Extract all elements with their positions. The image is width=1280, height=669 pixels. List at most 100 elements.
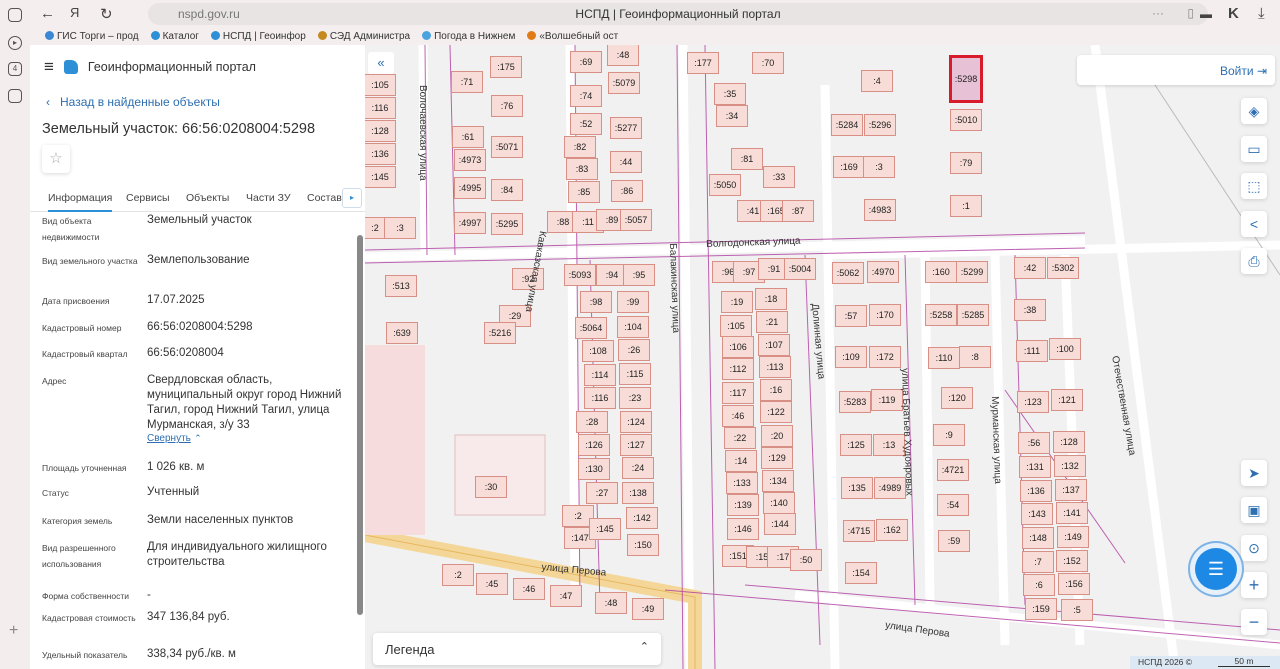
parcel[interactable]: :18 bbox=[755, 288, 787, 310]
parcel[interactable]: :5277 bbox=[610, 117, 642, 139]
parcel[interactable]: :4973 bbox=[454, 149, 486, 171]
tab-info[interactable]: Информация bbox=[48, 192, 113, 212]
parcel[interactable]: :21 bbox=[756, 311, 788, 333]
parcel[interactable]: :49 bbox=[632, 598, 664, 620]
parcel[interactable]: :5064 bbox=[575, 317, 607, 339]
parcel[interactable]: :2 bbox=[442, 564, 474, 586]
layers-icon[interactable]: ◈ bbox=[1241, 98, 1267, 124]
parcel[interactable]: :57 bbox=[835, 305, 867, 327]
parcel[interactable]: :162 bbox=[876, 519, 908, 541]
parcel[interactable]: :28 bbox=[576, 411, 608, 433]
parcel[interactable]: :38 bbox=[1014, 299, 1046, 321]
parcel[interactable]: :138 bbox=[622, 482, 654, 504]
parcel[interactable]: :156 bbox=[1058, 573, 1090, 595]
parcel[interactable]: :19 bbox=[721, 291, 753, 313]
tab-services[interactable]: Сервисы bbox=[126, 192, 170, 204]
parcel[interactable]: :119 bbox=[871, 389, 903, 411]
parcel[interactable]: :112 bbox=[722, 358, 754, 380]
parcel[interactable]: :5283 bbox=[839, 391, 871, 413]
parcel[interactable]: :159 bbox=[1025, 598, 1057, 620]
bookmark-item[interactable]: НСПД | Геоинфор bbox=[210, 30, 306, 42]
parcel[interactable]: :177 bbox=[687, 52, 719, 74]
parcel[interactable]: :513 bbox=[385, 275, 417, 297]
parcel[interactable]: :5062 bbox=[832, 262, 864, 284]
parcel[interactable]: :142 bbox=[626, 507, 658, 529]
parcel[interactable]: :141 bbox=[1056, 502, 1088, 524]
parcel[interactable]: :5079 bbox=[608, 72, 640, 94]
tab-parts[interactable]: Части ЗУ bbox=[246, 192, 291, 204]
parcel[interactable]: :4983 bbox=[864, 199, 896, 221]
back-to-results-link[interactable]: ‹ Назад в найденные объекты bbox=[46, 95, 220, 109]
collapse-panel-button[interactable]: « bbox=[368, 52, 394, 74]
parcel[interactable]: :154 bbox=[845, 562, 877, 584]
parcel[interactable]: :33 bbox=[763, 166, 795, 188]
parcel[interactable]: :117 bbox=[722, 382, 754, 404]
parcel[interactable]: :107 bbox=[758, 334, 790, 356]
parcel[interactable]: :113 bbox=[759, 356, 791, 378]
play-icon[interactable]: ▸ bbox=[8, 36, 22, 50]
parcel[interactable]: :47 bbox=[550, 585, 582, 607]
parcel[interactable]: :16 bbox=[760, 379, 792, 401]
area-select-icon[interactable]: ⬚ bbox=[1241, 173, 1267, 199]
parcel[interactable]: :105 bbox=[365, 74, 396, 96]
parcel[interactable]: :59 bbox=[938, 530, 970, 552]
parcel[interactable]: :133 bbox=[726, 472, 758, 494]
parcel[interactable]: :172 bbox=[869, 346, 901, 368]
parcel[interactable]: :4989 bbox=[874, 477, 906, 499]
parcel[interactable]: :126 bbox=[578, 434, 610, 456]
parcel[interactable]: :131 bbox=[1019, 456, 1051, 478]
parcel[interactable]: :145 bbox=[589, 518, 621, 540]
parcel[interactable]: :4995 bbox=[454, 177, 486, 199]
search-location-icon[interactable]: ⊙ bbox=[1241, 535, 1267, 561]
parcel[interactable]: :122 bbox=[760, 401, 792, 423]
bookmark-item[interactable]: СЭД Администра bbox=[317, 30, 410, 42]
parcel[interactable]: :83 bbox=[566, 158, 598, 180]
bookmark-icon[interactable]: ▯ bbox=[1187, 6, 1194, 20]
parcel[interactable]: :128 bbox=[365, 120, 396, 142]
tabs-icon[interactable] bbox=[8, 8, 22, 22]
favorite-star-icon[interactable]: ☆ bbox=[42, 145, 70, 173]
parcel[interactable]: :42 bbox=[1014, 257, 1046, 279]
parcel[interactable]: :76 bbox=[491, 95, 523, 117]
parcel[interactable]: :160 bbox=[925, 261, 957, 283]
parcel[interactable]: :150 bbox=[627, 534, 659, 556]
parcel[interactable]: :27 bbox=[586, 482, 618, 504]
bookmark-item[interactable]: Каталог bbox=[150, 30, 199, 42]
parcel[interactable]: :3 bbox=[863, 156, 895, 178]
reload-icon[interactable]: ↻ bbox=[100, 5, 113, 23]
parcel[interactable]: :116 bbox=[584, 387, 616, 409]
camera-icon[interactable] bbox=[8, 89, 22, 103]
parcel[interactable]: :100 bbox=[1049, 338, 1081, 360]
minimap-icon[interactable]: ▣ bbox=[1241, 497, 1267, 523]
parcel[interactable]: :46 bbox=[722, 405, 754, 427]
parcel[interactable]: :95 bbox=[623, 264, 655, 286]
parcel[interactable]: :71 bbox=[451, 71, 483, 93]
parcel[interactable]: :106 bbox=[722, 336, 754, 358]
parcel[interactable]: :169 bbox=[833, 156, 865, 178]
parcel[interactable]: :5004 bbox=[784, 258, 816, 280]
parcel[interactable]: :46 bbox=[513, 578, 545, 600]
parcel[interactable]: :6 bbox=[1023, 574, 1055, 596]
parcel[interactable]: :146 bbox=[727, 518, 759, 540]
parcel[interactable]: :140 bbox=[763, 492, 795, 514]
parcel[interactable]: :104 bbox=[617, 316, 649, 338]
app-icon[interactable]: 4 bbox=[8, 62, 22, 76]
ruler-icon[interactable]: ▭ bbox=[1241, 136, 1267, 162]
parcel[interactable]: :26 bbox=[618, 339, 650, 361]
parcel[interactable]: :22 bbox=[724, 427, 756, 449]
parcel[interactable]: :135 bbox=[841, 477, 873, 499]
map[interactable]: :105 :116 :128:136 :145 :2 :3 :71 :61:4973 :4995… bbox=[365, 45, 1280, 669]
tab-objects[interactable]: Объекты bbox=[186, 192, 229, 204]
collapse-link[interactable]: Свернуть ⌃ bbox=[147, 432, 202, 444]
parcel[interactable]: :5299 bbox=[956, 261, 988, 283]
parcel[interactable]: :110 bbox=[928, 347, 960, 369]
parcel[interactable]: :136 bbox=[365, 143, 396, 165]
parcel[interactable]: :54 bbox=[937, 494, 969, 516]
parcel[interactable]: :111 bbox=[1016, 340, 1048, 362]
parcel[interactable]: :61 bbox=[452, 126, 484, 148]
login-button[interactable]: Войти ⇥ bbox=[1077, 55, 1275, 85]
parcel[interactable]: :5071 bbox=[491, 136, 523, 158]
parcel[interactable]: :7 bbox=[1022, 551, 1054, 573]
parcel[interactable]: :5010 bbox=[950, 109, 982, 131]
parcel[interactable]: :108 bbox=[582, 340, 614, 362]
